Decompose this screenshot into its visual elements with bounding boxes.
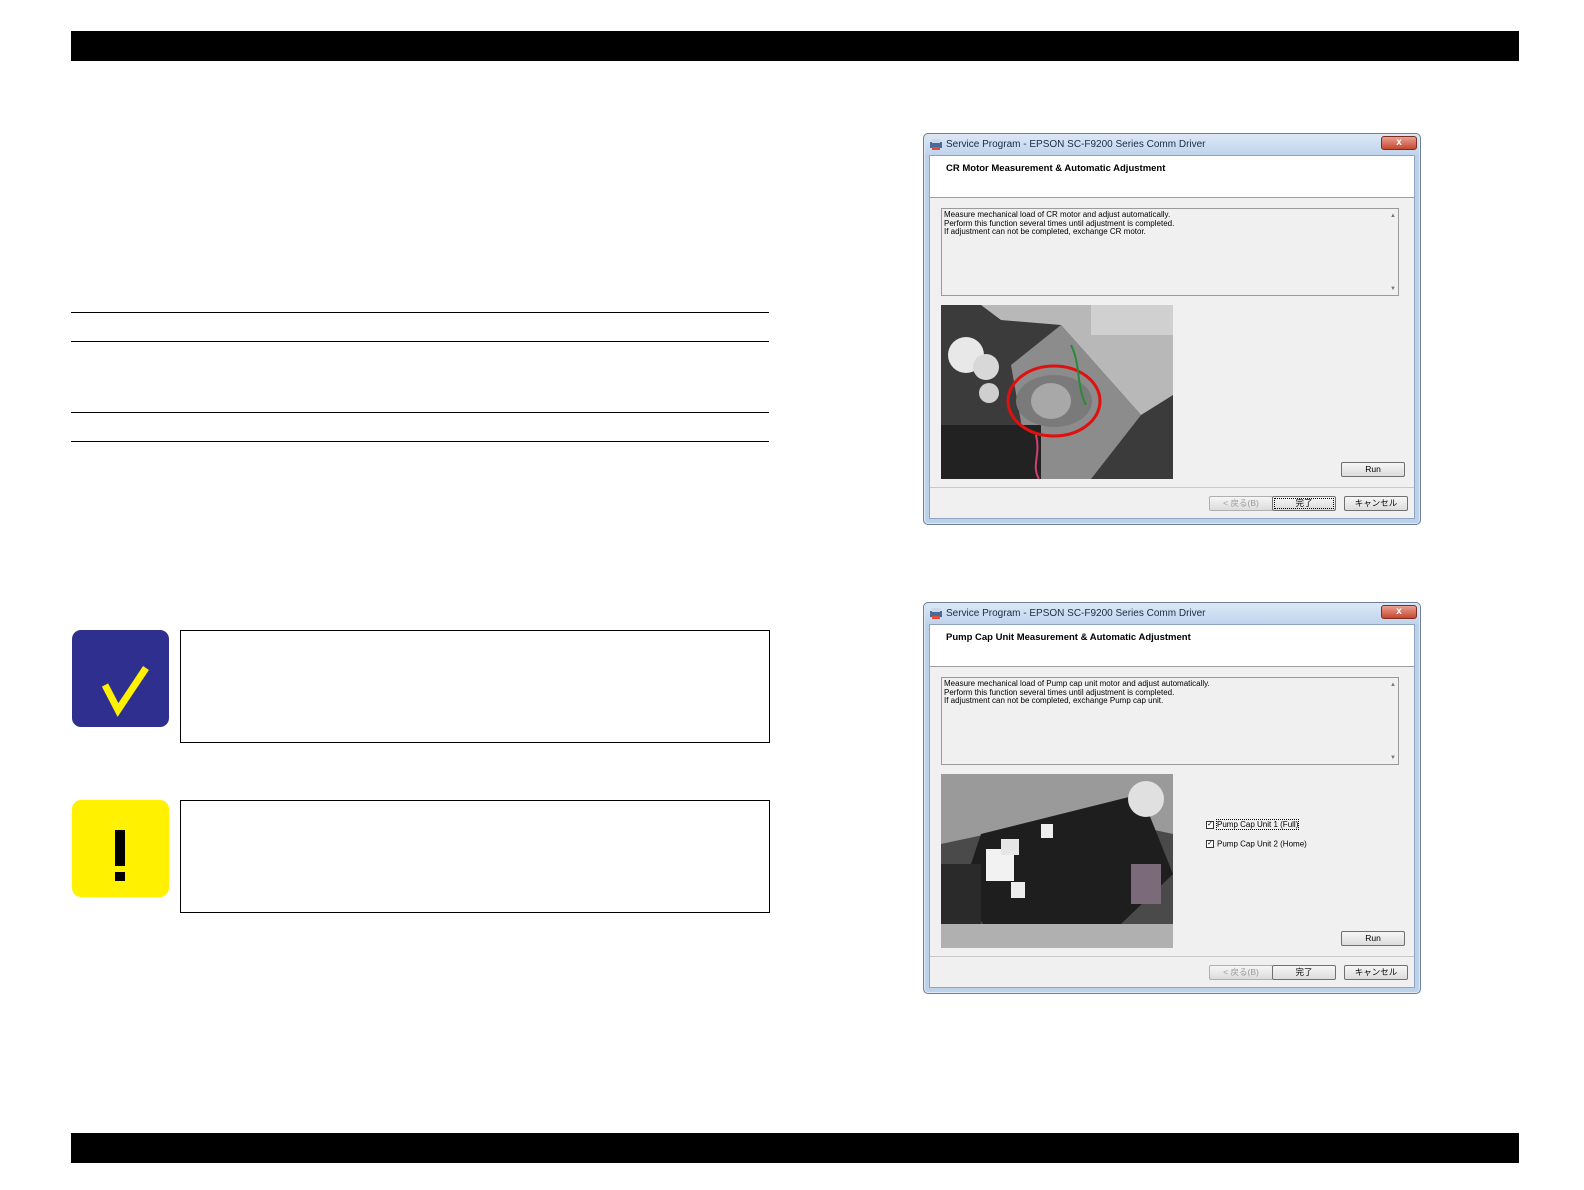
dialog-heading: CR Motor Measurement & Automatic Adjustm… <box>946 163 1166 174</box>
printer-app-icon <box>930 608 942 619</box>
caution-icon-tile <box>72 800 169 897</box>
run-button[interactable]: Run <box>1341 931 1405 946</box>
table-rule <box>71 441 769 442</box>
printer-app-icon <box>930 139 942 150</box>
dialog-cr-motor: Service Program - EPSON SC-F9200 Series … <box>923 133 1421 525</box>
window-title: Service Program - EPSON SC-F9200 Series … <box>946 608 1206 619</box>
table-rule <box>71 341 769 342</box>
exclamation-icon <box>115 830 125 881</box>
checkbox-checked-icon[interactable]: ✓ <box>1206 839 1214 848</box>
cancel-button[interactable]: キャンセル <box>1344 496 1408 511</box>
checkbox-pump-cap-unit-2[interactable]: ✓ Pump Cap Unit 2 (Home) <box>1206 839 1307 848</box>
table-rule <box>71 412 769 413</box>
scroll-down-arrow-icon[interactable]: ▼ <box>1390 754 1396 763</box>
dialog-client: Pump Cap Unit Measurement & Automatic Ad… <box>929 624 1415 988</box>
finish-button[interactable]: 完了 <box>1272 496 1336 511</box>
window-titlebar[interactable]: Service Program - EPSON SC-F9200 Series … <box>925 135 1419 155</box>
back-button[interactable]: < 戻る(B) <box>1209 965 1273 980</box>
pump-cap-unit-photo <box>941 774 1173 948</box>
footer-separator <box>930 487 1414 488</box>
page-header-bar <box>71 31 1519 61</box>
description-line: If adjustment can not be completed, exch… <box>944 227 1146 236</box>
check-icon <box>101 666 149 717</box>
scroll-up-arrow-icon[interactable]: ▲ <box>1390 681 1396 690</box>
table-rule <box>71 312 769 313</box>
dialog-header: Pump Cap Unit Measurement & Automatic Ad… <box>930 625 1414 667</box>
checkbox-checked-icon[interactable]: ✓ <box>1206 820 1214 829</box>
description-textarea[interactable]: Measure mechanical load of CR motor and … <box>941 208 1399 296</box>
description-line: If adjustment can not be completed, exch… <box>944 696 1164 705</box>
dialog-pump-cap-unit: Service Program - EPSON SC-F9200 Series … <box>923 602 1421 994</box>
dialog-heading: Pump Cap Unit Measurement & Automatic Ad… <box>946 632 1191 643</box>
checkbox-label: Pump Cap Unit 2 (Home) <box>1217 839 1307 849</box>
close-button[interactable]: x <box>1381 136 1417 150</box>
cr-motor-photo <box>941 305 1173 479</box>
checkbox-label: Pump Cap Unit 1 (Full) <box>1215 819 1300 831</box>
page-footer-bar <box>71 1133 1519 1163</box>
finish-button[interactable]: 完了 <box>1272 965 1336 980</box>
scroll-up-arrow-icon[interactable]: ▲ <box>1390 212 1396 221</box>
footer-separator <box>930 956 1414 957</box>
dialog-header: CR Motor Measurement & Automatic Adjustm… <box>930 156 1414 198</box>
dialog-client: CR Motor Measurement & Automatic Adjustm… <box>929 155 1415 519</box>
back-button[interactable]: < 戻る(B) <box>1209 496 1273 511</box>
window-titlebar[interactable]: Service Program - EPSON SC-F9200 Series … <box>925 604 1419 624</box>
caution-box <box>180 800 770 913</box>
cancel-button[interactable]: キャンセル <box>1344 965 1408 980</box>
run-button[interactable]: Run <box>1341 462 1405 477</box>
description-textarea[interactable]: Measure mechanical load of Pump cap unit… <box>941 677 1399 765</box>
checkbox-pump-cap-unit-1[interactable]: ✓ Pump Cap Unit 1 (Full) <box>1206 819 1300 831</box>
check-point-icon-tile <box>72 630 169 727</box>
close-button[interactable]: x <box>1381 605 1417 619</box>
check-point-box <box>180 630 770 743</box>
window-title: Service Program - EPSON SC-F9200 Series … <box>946 139 1206 150</box>
scroll-down-arrow-icon[interactable]: ▼ <box>1390 285 1396 294</box>
